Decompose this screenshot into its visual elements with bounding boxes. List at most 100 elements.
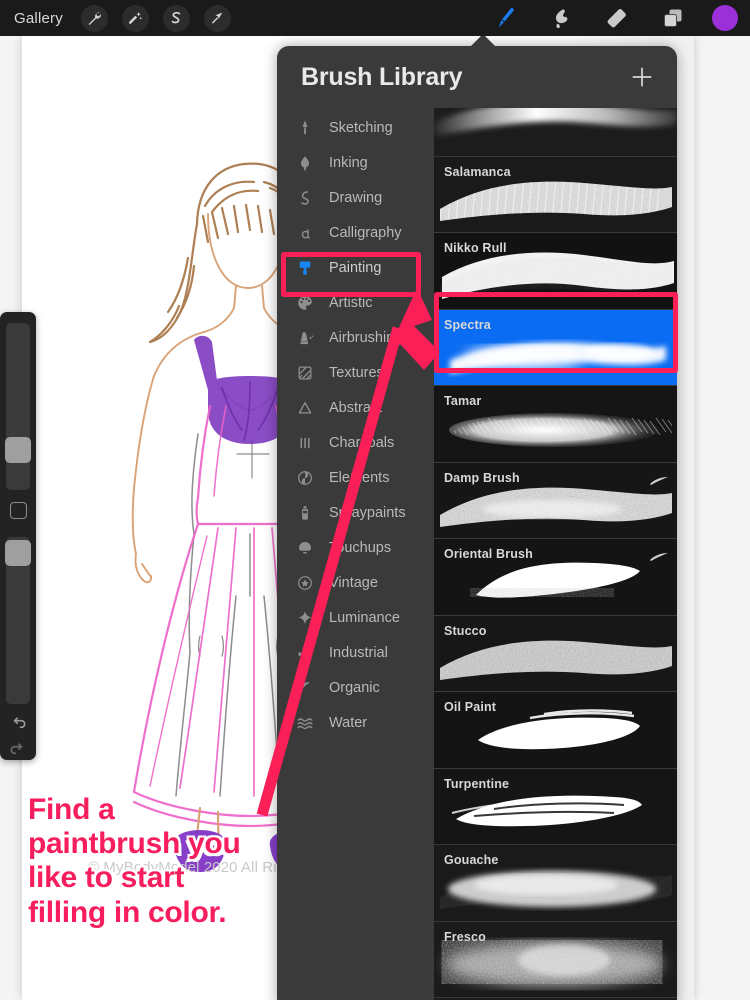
- caption-line: like to start: [28, 861, 185, 895]
- airbrush-icon: [295, 328, 315, 348]
- brush-category-label: Touchups: [329, 539, 392, 556]
- dual-brush-indicator-icon: [649, 473, 669, 485]
- brush-category-water[interactable]: Water: [277, 705, 434, 740]
- brush-name-label: Oriental Brush: [444, 547, 533, 561]
- paint-brush-icon[interactable]: [488, 3, 522, 33]
- brush-category-vintage[interactable]: Vintage: [277, 565, 434, 600]
- gallery-button[interactable]: Gallery: [14, 10, 63, 27]
- brush-name-label: Damp Brush: [444, 470, 520, 485]
- pencil-tip-icon: [295, 118, 315, 138]
- brush-category-spraypaints[interactable]: Spraypaints: [277, 495, 434, 530]
- squiggle-icon: [295, 188, 315, 208]
- palette-icon: [295, 293, 315, 313]
- brush-item-turpentine[interactable]: Turpentine: [434, 768, 677, 845]
- leaf-icon: [295, 678, 315, 698]
- brush-name-label: Spectra: [444, 317, 491, 332]
- brush-category-artistic[interactable]: Artistic: [277, 285, 434, 320]
- hatch-square-icon: [295, 363, 315, 383]
- undo-icon[interactable]: [8, 714, 28, 734]
- brush-item-salamanca[interactable]: Salamanca: [434, 156, 677, 233]
- caption-line: paintbrush you: [28, 827, 241, 861]
- transform-arrow-icon[interactable]: [203, 4, 231, 32]
- brush-category-label: Luminance: [329, 609, 400, 626]
- brush-item-spectra[interactable]: Spectra: [434, 309, 677, 386]
- brush-name-label: Oil Paint: [444, 700, 497, 714]
- brush-category-label: Spraypaints: [329, 504, 406, 521]
- letter-a-icon: [295, 223, 315, 243]
- shell-icon: [295, 538, 315, 558]
- selection-s-icon[interactable]: [162, 4, 190, 32]
- brush-category-list[interactable]: Sketching Inking Drawing Calligraphy Paintin…: [277, 108, 434, 1000]
- sparkle-icon: [295, 608, 315, 628]
- brush-item-tamar[interactable]: Tamar: [434, 386, 677, 463]
- actions-wrench-icon[interactable]: [80, 4, 108, 32]
- brush-item-nikko-rull[interactable]: Nikko Rull: [434, 233, 677, 310]
- brush-library-body: Sketching Inking Drawing Calligraphy Paintin…: [277, 108, 677, 1000]
- brush-category-industrial[interactable]: Industrial: [277, 635, 434, 670]
- brush-size-slider[interactable]: [6, 323, 30, 490]
- redo-icon[interactable]: [8, 740, 28, 760]
- brush-category-elements[interactable]: Elements: [277, 460, 434, 495]
- brush-name-label: Salamanca: [444, 164, 511, 179]
- layers-icon[interactable]: [656, 3, 690, 33]
- brush-opacity-slider-knob[interactable]: [5, 540, 31, 566]
- brush-category-luminance[interactable]: Luminance: [277, 600, 434, 635]
- procreate-app-screen: © MyBodyModel 2020 All Rights Reserved G…: [0, 0, 750, 1000]
- spray-can-icon: [295, 503, 315, 523]
- brush-category-drawing[interactable]: Drawing: [277, 180, 434, 215]
- modify-square-button[interactable]: [10, 502, 27, 519]
- brush-category-textures[interactable]: Textures: [277, 355, 434, 390]
- brush-item-oil-paint[interactable]: Oil Paint: [434, 692, 677, 769]
- brush-category-label: Calligraphy: [329, 224, 402, 241]
- brush-category-label: Sketching: [329, 119, 393, 136]
- brush-category-inking[interactable]: Inking: [277, 145, 434, 180]
- brush-library-title: Brush Library: [301, 62, 463, 91]
- yin-yang-icon: [295, 468, 315, 488]
- brush-category-abstract[interactable]: Abstract: [277, 390, 434, 425]
- brush-category-calligraphy[interactable]: Calligraphy: [277, 215, 434, 250]
- instruction-caption: Find a paintbrush you like to start filling…: [28, 793, 241, 930]
- top-toolbar: Gallery: [0, 0, 750, 36]
- brush-library-header: Brush Library: [277, 46, 677, 108]
- brush-item-partial[interactable]: [434, 108, 677, 157]
- brush-name-label: Stucco: [444, 623, 487, 638]
- brush-name-label: Turpentine: [444, 776, 510, 791]
- brush-category-label: Textures: [329, 364, 384, 381]
- brush-name-label: Tamar: [444, 394, 482, 408]
- triangle-icon: [295, 398, 315, 418]
- brush-stroke-preview: [434, 108, 677, 156]
- brush-category-painting[interactable]: Painting: [277, 250, 434, 285]
- brush-name-label: Gouache: [444, 853, 499, 867]
- brush-item-damp-brush[interactable]: Damp Brush: [434, 462, 677, 539]
- left-sidebar-controls: [0, 312, 36, 760]
- industrial-icon: [295, 643, 315, 663]
- brush-size-slider-knob[interactable]: [5, 437, 31, 463]
- brush-category-label: Abstract: [329, 399, 383, 416]
- brush-item-fresco[interactable]: Fresco: [434, 921, 677, 998]
- brush-category-airbrushing[interactable]: Airbrushing: [277, 320, 434, 355]
- adjustments-wand-icon[interactable]: [121, 4, 149, 32]
- color-swatch-button[interactable]: [712, 5, 738, 31]
- brush-name-label: Nikko Rull: [444, 241, 507, 255]
- brush-category-sketching[interactable]: Sketching: [277, 110, 434, 145]
- brush-item-stucco[interactable]: Stucco: [434, 615, 677, 692]
- caption-line: Find a: [28, 793, 115, 826]
- add-brush-plus-icon[interactable]: [629, 64, 655, 90]
- star-circle-icon: [295, 573, 315, 593]
- three-bars-icon: [295, 433, 315, 453]
- brush-category-organic[interactable]: Organic: [277, 670, 434, 705]
- smudge-icon[interactable]: [544, 3, 578, 33]
- paint-brush-flat-icon: [295, 258, 315, 278]
- brush-item-gouache[interactable]: Gouache: [434, 845, 677, 922]
- dual-brush-indicator-icon: [649, 549, 669, 561]
- eraser-icon[interactable]: [600, 3, 634, 33]
- brush-name-label: Fresco: [444, 929, 486, 944]
- caption-line: filling in color.: [28, 895, 227, 929]
- brush-preview-list[interactable]: Salamanca Nikko Rull Spectra Tamar Damp …: [434, 108, 677, 1000]
- brush-category-charcoals[interactable]: Charcoals: [277, 425, 434, 460]
- brush-item-oriental-brush[interactable]: Oriental Brush: [434, 539, 677, 616]
- waves-icon: [295, 713, 315, 733]
- brush-category-label: Charcoals: [329, 434, 395, 451]
- brush-category-label: Drawing: [329, 189, 383, 206]
- brush-category-touchups[interactable]: Touchups: [277, 530, 434, 565]
